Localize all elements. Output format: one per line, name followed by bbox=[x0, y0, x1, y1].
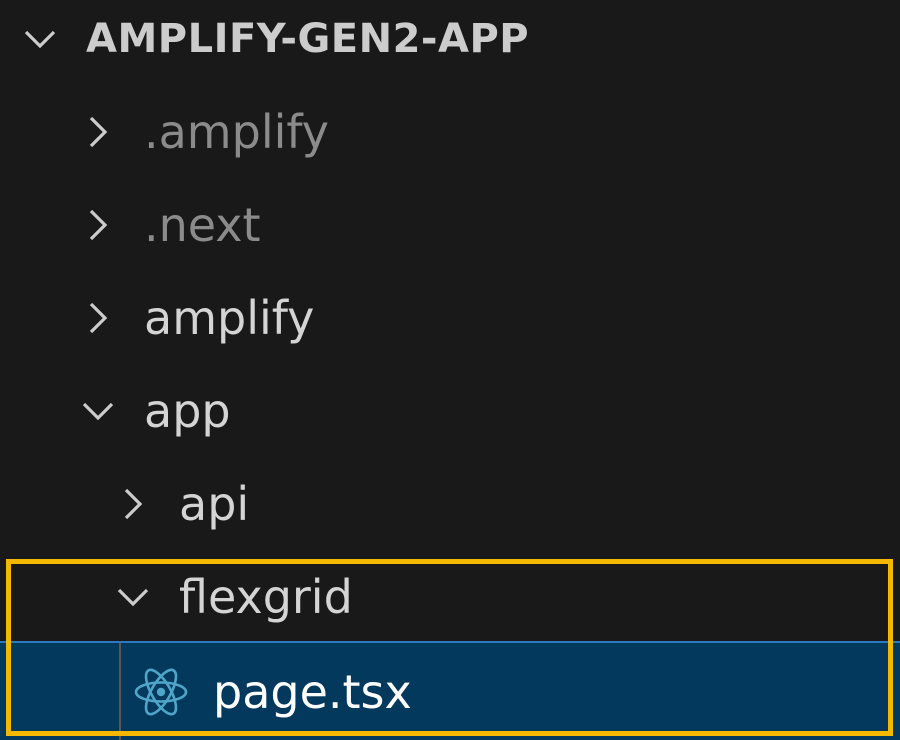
file-item-page-tsx[interactable]: page.tsx bbox=[0, 641, 900, 740]
root-folder-label: AMPLIFY-GEN2-APP bbox=[86, 15, 530, 62]
chevron-down-icon bbox=[76, 389, 120, 433]
indent-guide bbox=[119, 643, 121, 740]
folder-label: amplify bbox=[144, 290, 315, 345]
folder-item-amplify[interactable]: amplify bbox=[0, 271, 900, 364]
file-label: page.tsx bbox=[213, 664, 412, 719]
folder-item-app[interactable]: app bbox=[0, 364, 900, 457]
chevron-right-icon bbox=[76, 296, 120, 340]
folder-label: app bbox=[144, 383, 231, 438]
chevron-right-icon bbox=[76, 110, 120, 154]
chevron-right-icon bbox=[111, 482, 155, 526]
folder-item-api[interactable]: api bbox=[0, 457, 900, 550]
react-icon bbox=[133, 664, 189, 720]
chevron-right-icon bbox=[76, 203, 120, 247]
chevron-down-icon bbox=[18, 17, 62, 61]
file-explorer: AMPLIFY-GEN2-APP .amplify .next amplify … bbox=[0, 0, 900, 740]
chevron-down-icon bbox=[111, 575, 155, 619]
folder-label: .next bbox=[144, 197, 261, 252]
explorer-root-folder[interactable]: AMPLIFY-GEN2-APP bbox=[0, 0, 900, 85]
folder-item-dot-next[interactable]: .next bbox=[0, 178, 900, 271]
folder-label: flexgrid bbox=[179, 569, 353, 624]
folder-item-dot-amplify[interactable]: .amplify bbox=[0, 85, 900, 178]
folder-label: api bbox=[179, 476, 250, 531]
folder-label: .amplify bbox=[144, 104, 329, 159]
folder-item-flexgrid[interactable]: flexgrid bbox=[0, 550, 900, 643]
